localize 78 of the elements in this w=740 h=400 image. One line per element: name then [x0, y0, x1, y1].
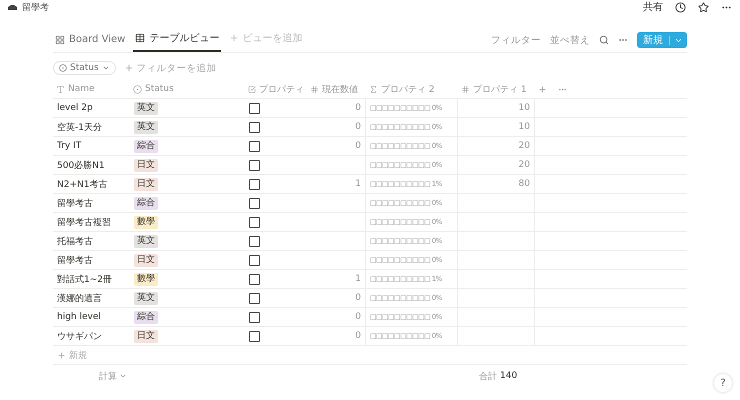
row-title[interactable]: ウサギパン [57, 330, 102, 342]
view-tab[interactable]: Board View [53, 34, 128, 52]
plus-icon [57, 350, 66, 360]
row-title[interactable]: 對話式1~2冊 [57, 272, 112, 286]
view-tab[interactable]: テーブルビュー [133, 31, 222, 52]
status-tag: 綜合 [134, 310, 158, 324]
sum-label: 合計 [479, 370, 497, 382]
row-title[interactable]: 留學考古 [57, 196, 93, 210]
hash-icon [461, 84, 470, 94]
status-tag: 英文 [134, 102, 158, 114]
status-tag: 英文 [134, 234, 158, 248]
number-cell: 0 [355, 122, 361, 132]
checkbox[interactable] [249, 254, 260, 266]
status-tag: 日文 [134, 254, 158, 266]
checkbox[interactable] [249, 160, 260, 170]
row-title[interactable]: 漢娜的遺言 [57, 292, 102, 304]
status-tag: 日文 [134, 178, 158, 190]
status-filter-chip[interactable]: Status [53, 61, 116, 75]
row-title[interactable]: 空英-1天分 [57, 120, 102, 134]
status-tag: 英文 [134, 120, 158, 134]
number-cell: 0 [355, 312, 361, 322]
plus-icon [229, 33, 240, 43]
checkbox[interactable] [249, 198, 260, 208]
status-tag: 綜合 [134, 140, 158, 152]
status-icon [133, 84, 142, 94]
status-tag: 數學 [134, 216, 158, 228]
breadcrumb[interactable]: 留學考 [22, 0, 49, 14]
number-cell: 10 [518, 122, 530, 132]
sum-value: 140 [500, 371, 518, 381]
row-title[interactable]: N2+N1考古 [57, 178, 108, 190]
number-cell: 80 [518, 179, 530, 189]
number-cell: 0 [355, 103, 361, 113]
checkbox[interactable] [249, 178, 260, 190]
clock-icon[interactable] [675, 2, 686, 12]
checkbox[interactable] [249, 122, 260, 132]
row-title[interactable]: 托福考古 [57, 234, 93, 248]
text-icon [56, 84, 65, 94]
caret-icon [119, 372, 127, 380]
caret-icon [102, 64, 110, 72]
status-tag: 日文 [134, 158, 158, 172]
row-title[interactable]: level 2p [57, 103, 93, 113]
table-icon [135, 33, 146, 43]
checkbox[interactable] [249, 312, 260, 322]
help-button[interactable]: ? [714, 374, 732, 392]
checkbox[interactable] [249, 292, 260, 304]
sigma-icon [369, 84, 378, 94]
status-tag: 數學 [134, 272, 158, 286]
row-title[interactable]: 留學考古複習 [57, 216, 111, 228]
share-button[interactable]: 共有 [643, 0, 663, 14]
row-title[interactable]: 留學考古 [57, 254, 93, 266]
plus-icon [124, 63, 134, 73]
number-cell: 0 [355, 293, 361, 303]
checkbox[interactable] [249, 236, 260, 246]
checkbox[interactable] [249, 330, 260, 342]
number-cell: 0 [355, 331, 361, 341]
board-icon [55, 34, 65, 44]
checkbox[interactable] [249, 216, 260, 228]
status-tag: 日文 [134, 330, 158, 342]
page-icon [8, 4, 17, 10]
checkbox[interactable] [249, 140, 260, 152]
number-cell: 1 [355, 274, 361, 284]
checkbox[interactable] [249, 102, 260, 114]
row-title[interactable]: 500必勝N1 [57, 158, 105, 172]
checkbox-icon [248, 84, 256, 94]
number-cell: 0 [355, 141, 361, 151]
number-cell: 20 [518, 160, 530, 170]
number-cell: 20 [518, 141, 530, 151]
row-title[interactable]: high level [57, 312, 101, 322]
number-cell: 1 [355, 179, 361, 189]
checkbox[interactable] [249, 274, 260, 284]
status-tag: 英文 [134, 292, 158, 304]
number-cell: 10 [518, 103, 530, 113]
status-icon [59, 64, 67, 72]
row-title[interactable]: Try IT [57, 141, 82, 151]
star-icon[interactable] [698, 2, 709, 12]
hash-icon [310, 84, 319, 94]
search-icon[interactable] [599, 35, 609, 45]
status-tag: 綜合 [134, 196, 158, 210]
